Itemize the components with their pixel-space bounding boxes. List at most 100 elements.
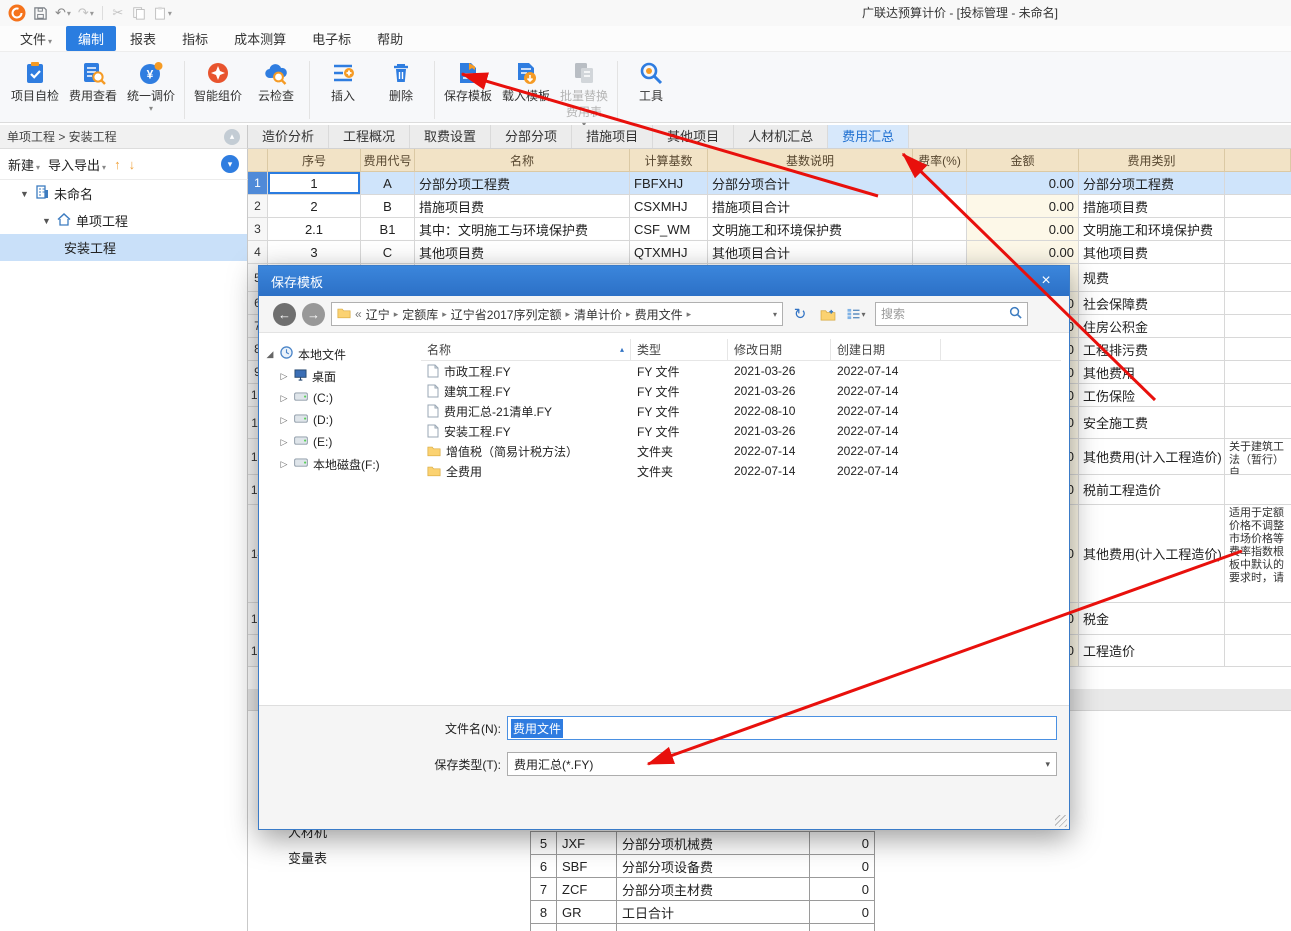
cut-icon[interactable]: ✂ (109, 3, 127, 23)
row-number[interactable]: 8 (531, 901, 557, 923)
refresh-icon[interactable]: ↻ (789, 303, 811, 325)
expand-all-button[interactable]: ▾ (221, 155, 239, 173)
tab-project-overview[interactable]: 工程概况 (329, 125, 411, 148)
cell-code[interactable]: GR (557, 901, 617, 923)
list-item-variable-table[interactable]: 变量表 (288, 848, 327, 867)
cell-base-desc[interactable]: 其他项目合计 (708, 241, 913, 263)
cell-category[interactable]: 分部分项工程费 (1079, 172, 1225, 194)
table-row[interactable]: 2 2 B 措施项目费 CSXMHJ 措施项目合计 0.00 措施项目费 (248, 195, 1291, 218)
view-mode-icon[interactable]: ▾ (845, 303, 867, 325)
cell-category[interactable]: 其他费用(计入工程造价) (1079, 505, 1225, 602)
cell-category[interactable]: 工程造价 (1079, 635, 1225, 666)
delete-button[interactable]: 删除 (376, 59, 426, 103)
menu-edit[interactable]: 编制 (66, 26, 117, 51)
cell-name[interactable]: 分部分项设备费 (617, 855, 810, 877)
save-icon[interactable] (31, 3, 50, 23)
tree-item-drive-f[interactable]: ▷ 本地磁盘(F:) (265, 453, 419, 475)
cell-rate[interactable] (913, 195, 967, 217)
cell-name[interactable]: 分部分项工程费 (415, 172, 630, 194)
cell-category[interactable]: 住房公积金 (1079, 315, 1225, 337)
chevrons-left-icon[interactable]: « (355, 307, 362, 321)
cell-category[interactable]: 税金 (1079, 603, 1225, 634)
cell-seq[interactable]: 1 (268, 172, 361, 194)
smart-pricing-button[interactable]: 智能组价 (193, 59, 243, 103)
col-header-rate[interactable]: 费率(%) (913, 149, 967, 172)
col-header-code[interactable]: 费用代号 (361, 149, 415, 172)
cell-value[interactable]: 0 (810, 855, 875, 877)
breadcrumb-segment[interactable]: 辽宁省2017序列定额 (451, 306, 562, 323)
cell-note[interactable] (1225, 475, 1291, 504)
move-down-icon[interactable]: ↓ (129, 157, 136, 172)
new-button[interactable]: 新建 ▾ (8, 155, 40, 174)
tree-item-drive-e[interactable]: ▷ (E:) (265, 431, 419, 453)
cell-category[interactable]: 工程排污费 (1079, 338, 1225, 360)
cell-name[interactable]: 分部分项机械费 (617, 832, 810, 854)
cell-seq[interactable]: 2 (268, 195, 361, 217)
redo-icon[interactable]: ↷ ▾ (76, 3, 96, 23)
col-header-modified[interactable]: 修改日期 (728, 339, 831, 360)
cell-name[interactable]: 工日合计 (617, 901, 810, 923)
col-header-extra[interactable] (941, 339, 1061, 360)
cell-name[interactable]: 分部分项主材费 (617, 878, 810, 900)
tree-item-desktop[interactable]: ▷ 桌面 (265, 365, 419, 387)
cell-code[interactable]: B (361, 195, 415, 217)
cell-base[interactable]: CSXMHJ (630, 195, 708, 217)
cell-amount[interactable]: 0.00 (967, 195, 1079, 217)
tree-item-single-project[interactable]: ▼ 单项工程 (0, 207, 247, 234)
col-header-name[interactable]: 名称 ▴ (421, 339, 631, 360)
row-number[interactable]: 5 (531, 832, 557, 854)
col-header-gutter[interactable] (248, 149, 268, 172)
cell-seq[interactable]: 3 (268, 241, 361, 263)
cell-category[interactable]: 安全施工费 (1079, 407, 1225, 438)
table-row[interactable] (531, 924, 875, 931)
cell-base[interactable]: QTXMHJ (630, 241, 708, 263)
tools-button[interactable]: 工具 (626, 59, 676, 103)
menu-index[interactable]: 指标 (170, 26, 220, 51)
cell-code[interactable]: B1 (361, 218, 415, 240)
cell-note[interactable] (1225, 384, 1291, 406)
copy-icon[interactable] (130, 3, 148, 23)
row-number[interactable]: 4 (248, 241, 268, 263)
import-export-button[interactable]: 导入导出 ▾ (48, 155, 106, 174)
tab-fee-settings[interactable]: 取费设置 (410, 125, 492, 148)
menu-help[interactable]: 帮助 (365, 26, 415, 51)
cell-category[interactable]: 其他费用 (1079, 361, 1225, 383)
cell-note[interactable] (1225, 407, 1291, 438)
chevron-down-icon[interactable]: ▾ (773, 310, 777, 319)
fee-view-button[interactable]: 费用查看 (68, 59, 118, 103)
cell-note[interactable] (1225, 195, 1291, 217)
row-number[interactable]: 6 (531, 855, 557, 877)
chevron-right-icon[interactable]: ▸ (687, 309, 692, 320)
cell-category[interactable]: 工伤保险 (1079, 384, 1225, 406)
cell-note[interactable] (1225, 315, 1291, 337)
cell-base[interactable]: FBFXHJ (630, 172, 708, 194)
menu-report[interactable]: 报表 (118, 26, 168, 51)
col-header-created[interactable]: 创建日期 (831, 339, 941, 360)
col-header-base[interactable]: 计算基数 (630, 149, 708, 172)
cell-note[interactable] (1225, 603, 1291, 634)
dialog-titlebar[interactable]: 保存模板 × (259, 266, 1069, 296)
table-row[interactable]: 1 1 A 分部分项工程费 FBFXHJ 分部分项合计 0.00 分部分项工程费 (248, 172, 1291, 195)
cell-note[interactable]: 关于建筑工法（暂行）自 (1225, 439, 1291, 474)
cell-code[interactable]: ZCF (557, 878, 617, 900)
cell-rate[interactable] (913, 172, 967, 194)
tab-boq[interactable]: 分部分项 (491, 125, 573, 148)
cell-value[interactable]: 0 (810, 832, 875, 854)
cell-note[interactable] (1225, 361, 1291, 383)
file-row[interactable]: 市政工程.FY FY 文件 2021-03-26 2022-07-14 (421, 361, 1061, 381)
breadcrumb-segment[interactable]: 辽宁 (366, 306, 390, 323)
folder-row[interactable]: 增值税（简易计税方法） 文件夹 2022-07-14 2022-07-14 (421, 441, 1061, 461)
tab-labor-material-summary[interactable]: 人材机汇总 (734, 125, 829, 148)
cell-category[interactable]: 税前工程造价 (1079, 475, 1225, 504)
close-icon[interactable]: × (1035, 272, 1057, 290)
tab-cost-analysis[interactable]: 造价分析 (248, 125, 330, 148)
cell-category[interactable]: 其他项目费 (1079, 241, 1225, 263)
cell-name[interactable]: 措施项目费 (415, 195, 630, 217)
cell-value[interactable]: 0 (810, 901, 875, 923)
menu-ebid[interactable]: 电子标 (300, 26, 363, 51)
back-button[interactable]: ← (273, 302, 296, 326)
cell-rate[interactable] (913, 241, 967, 263)
cell-category[interactable]: 规费 (1079, 264, 1225, 291)
collapse-panel-button[interactable]: ▴ (224, 128, 240, 145)
row-number[interactable]: 1 (248, 172, 268, 194)
